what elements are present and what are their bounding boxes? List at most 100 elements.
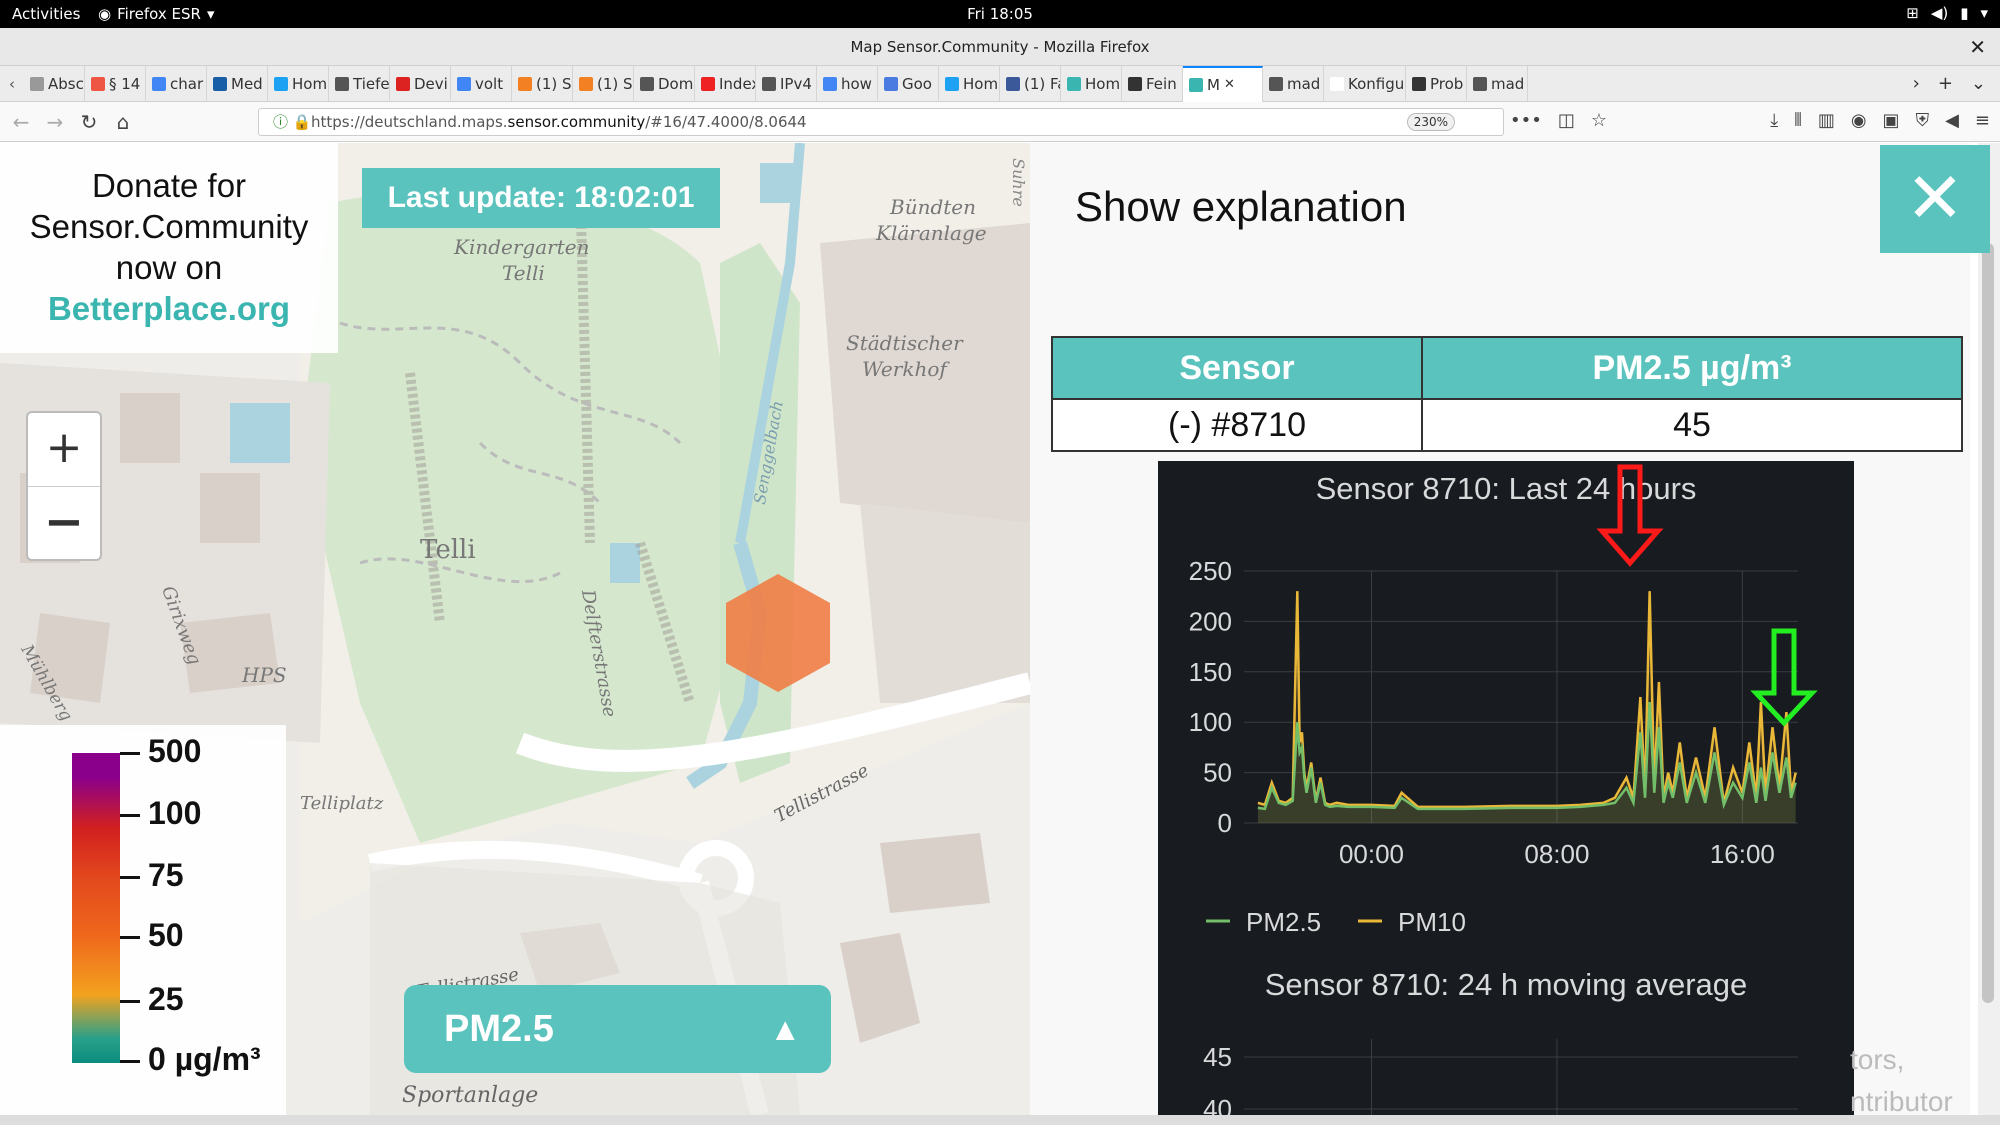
legend-label: 0 µg/m³ (120, 1041, 261, 1078)
sensor-hexagon[interactable] (724, 572, 832, 694)
page-actions-icon[interactable]: ••• (1510, 110, 1542, 131)
map-canvas[interactable]: Kindergarten Telli Telli Bündten Kläranl… (0, 143, 1030, 1115)
tab-label: (1) St (597, 74, 633, 93)
tab-item[interactable]: Devi (390, 65, 451, 102)
chart-title: Sensor 8710: 24 h moving average (1265, 967, 1748, 1002)
tab-item[interactable]: (1) Fa (1000, 65, 1061, 102)
zoom-indicator[interactable]: 230% (1406, 113, 1455, 131)
tab-item[interactable]: Tiefe (329, 65, 390, 102)
back-icon[interactable]: ← (4, 110, 38, 134)
tab-item[interactable]: (1) St (512, 65, 573, 102)
map-label-suhre: Suhre (1008, 158, 1028, 207)
tab-item[interactable]: how (817, 65, 878, 102)
library-icon[interactable]: ⫴ (1794, 110, 1802, 131)
chart-last-24h: Sensor 8710: Last 24 hours 0 50 100 150 200 25… (1158, 461, 1854, 961)
tab-list: Absc § 14 char Med Hom Tiefe Devi volt (1) St (1)… (24, 65, 1528, 102)
tab-item[interactable]: IPv4 (756, 65, 817, 102)
close-panel-button[interactable]: ✕ (1880, 145, 1990, 253)
map-label-sportanlage: Sportanlage (402, 1083, 539, 1108)
table-row[interactable]: (-) #8710 45 (1051, 398, 1963, 452)
legend-label: PM2.5 (1246, 907, 1321, 937)
map-label-kindergarten-telli: Telli (502, 261, 545, 285)
donate-line-1: Donate for (91, 167, 247, 204)
account-icon[interactable]: ◉ (1851, 110, 1867, 131)
bookmark-star-icon[interactable]: ☆ (1591, 110, 1607, 131)
scroll-tabs-right-icon[interactable]: › (1913, 73, 1920, 94)
favicon-icon (1067, 76, 1081, 91)
favicon-icon (701, 76, 715, 91)
list-tabs-icon[interactable]: ⌄ (1971, 73, 1986, 94)
tab-item[interactable]: volt (451, 65, 512, 102)
zoom-in-button[interactable]: + (28, 413, 100, 486)
close-window-icon[interactable]: ✕ (1969, 28, 1986, 66)
tab-item[interactable]: Hom (939, 65, 1000, 102)
tab-item[interactable]: M ✕ (1183, 65, 1263, 102)
sidebar-icon[interactable]: ▥ (1818, 110, 1835, 131)
tab-item[interactable]: Fein (1122, 65, 1183, 102)
tab-item[interactable]: Index (695, 65, 756, 102)
window-title: Map Sensor.Community - Mozilla Firefox (850, 38, 1150, 56)
close-tab-icon[interactable]: ✕ (1224, 77, 1235, 92)
horizontal-scrollbar[interactable] (0, 1115, 2000, 1125)
url-bar[interactable]: ⓘ 🔒 https://deutschland.maps.sensor.comm… (258, 108, 1504, 136)
legend-label: 100 (120, 795, 201, 832)
system-tray[interactable]: ⊞ ◀) ▮ ▾ (1906, 4, 1988, 22)
scroll-tabs-left-icon[interactable]: ‹ (0, 75, 24, 93)
tab-item[interactable]: mad (1263, 65, 1324, 102)
tab-label: how (841, 74, 872, 93)
new-tab-icon[interactable]: + (1938, 73, 1953, 94)
favicon-icon (1189, 77, 1203, 92)
tab-item[interactable]: (1) St (573, 65, 634, 102)
favicon-icon (1269, 76, 1283, 91)
legend-label: PM10 (1398, 907, 1466, 937)
last-update-badge: Last update: 18:02:01 (362, 168, 720, 228)
favicon-icon (1330, 76, 1344, 91)
favicon-icon (884, 76, 898, 91)
favicon-icon (1473, 76, 1487, 91)
pocket-icon[interactable]: ◫ (1558, 110, 1575, 131)
tab-item[interactable]: Prob (1406, 65, 1467, 102)
tab-item[interactable]: Hom (268, 65, 329, 102)
zoom-out-button[interactable]: − (28, 486, 100, 559)
download-icon[interactable]: ⤓ (1770, 110, 1778, 131)
tab-item[interactable]: mad (1467, 65, 1528, 102)
tab-item[interactable]: Hom (1061, 65, 1122, 102)
tab-item[interactable]: § 14 (85, 65, 146, 102)
y-tick-label: 200 (1189, 606, 1232, 636)
tab-label: Dom (658, 74, 694, 93)
map-label-hps: HPS (242, 663, 287, 687)
betterplace-link[interactable]: Betterplace.org (0, 288, 338, 329)
gnome-top-bar: Activities ◉ Firefox ESR ▾ Fri 18:05 ⊞ ◀) ▮ ▾ (0, 0, 2000, 28)
vertical-scrollbar[interactable] (1978, 143, 2000, 1115)
tab-item[interactable]: Goo (878, 65, 939, 102)
menu-icon[interactable]: ≡ (1975, 110, 1990, 131)
tab-label: Konfigur (1348, 74, 1406, 93)
clock[interactable]: Fri 18:05 (0, 5, 2000, 23)
favicon-icon (1412, 76, 1426, 91)
tab-item[interactable]: char (146, 65, 207, 102)
map-attribution[interactable]: tors, ntributor (1850, 1039, 1953, 1115)
tab-item[interactable]: Konfigur (1324, 65, 1406, 102)
ublock-icon[interactable]: ⛨ (1916, 110, 1930, 131)
tab-item[interactable]: Med (207, 65, 268, 102)
pollutant-selector[interactable]: PM2.5 ▲ (404, 985, 831, 1073)
favicon-icon (640, 76, 654, 91)
extension-icon[interactable]: ▣ (1883, 110, 1900, 131)
tab-item[interactable]: Dom (634, 65, 695, 102)
show-explanation-link[interactable]: Show explanation (1075, 183, 1407, 231)
forward-icon[interactable]: → (38, 110, 72, 134)
tab-label: Prob (1430, 74, 1464, 93)
tab-label: Hom (292, 74, 328, 93)
table-cell[interactable]: (-) #8710 (1051, 398, 1423, 452)
home-icon[interactable]: ⌂ (106, 110, 140, 134)
scrollbar-thumb[interactable] (1982, 243, 1994, 1003)
speaker-extension-icon[interactable]: ◀ (1945, 110, 1959, 131)
reload-icon[interactable]: ↻ (72, 110, 106, 134)
lock-icon[interactable]: ⓘ 🔒 (273, 109, 311, 135)
tab-label: Fein (1146, 74, 1177, 93)
tab-label: § 14 (109, 74, 141, 93)
table-header: Sensor (1051, 336, 1423, 400)
y-tick-label: 150 (1189, 657, 1232, 687)
chevron-down-icon: ▾ (1980, 4, 1988, 22)
tab-item[interactable]: Absc (24, 65, 85, 102)
